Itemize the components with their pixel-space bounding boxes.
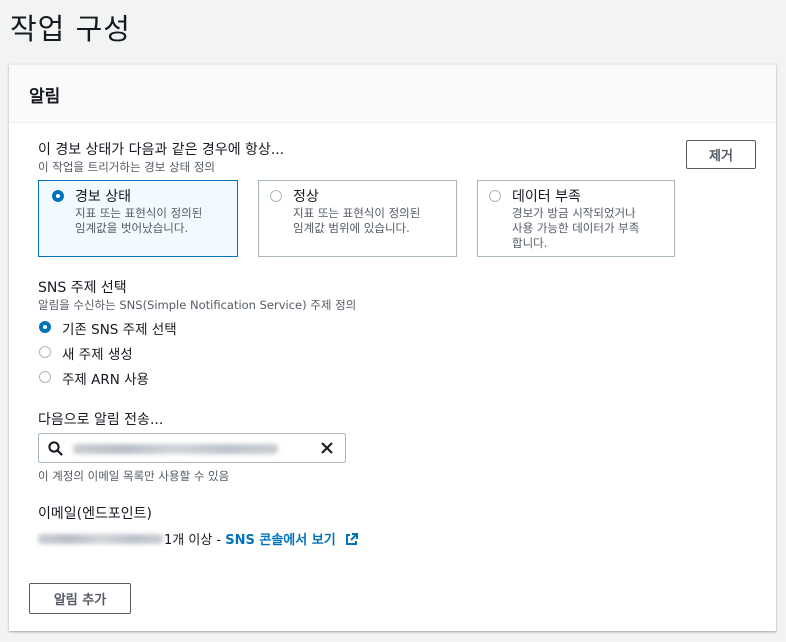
tile-desc-line: 경보가 방금 시작되었거나 [512, 206, 636, 220]
tile-desc-line: 임계값을 벗어났습니다. [75, 221, 189, 235]
sns-topic-label: SNS 주제 선택 [38, 280, 127, 296]
tile-desc-line: 사용 가능한 데이터가 부족 [512, 221, 640, 235]
option-topic-arn[interactable]: 주제 ARN 사용 [62, 368, 149, 388]
tile-desc-line: 임계값 범위에 있습니다. [293, 221, 410, 235]
page-title: 작업 구성 [10, 12, 131, 46]
tile-description: 경보가 방금 시작되었거나 사용 가능한 데이터가 부족 합니다. [512, 206, 682, 251]
panel-header [9, 65, 776, 123]
sns-topic-description: 알림을 수신하는 SNS(Simple Notification Service… [38, 298, 357, 312]
tile-desc-line: 지표 또는 표현식이 정의된 [75, 206, 203, 220]
radio-topic-arn[interactable] [39, 371, 51, 383]
tile-ok[interactable]: 정상 지표 또는 표현식이 정의된 임계값 범위에 있습니다. [258, 180, 457, 257]
tile-description: 지표 또는 표현식이 정의된 임계값 범위에 있습니다. [293, 206, 463, 236]
email-endpoint-value: 1개 이상 - SNS 콘솔에서 보기 [164, 529, 358, 548]
tile-description: 지표 또는 표현식이 정의된 임계값을 벗어났습니다. [75, 206, 245, 236]
tile-desc-line: 지표 또는 표현식이 정의된 [293, 206, 421, 220]
tile-title: 데이터 부족 [512, 189, 581, 205]
close-icon[interactable] [320, 441, 334, 455]
tile-insufficient-data[interactable]: 데이터 부족 경보가 방금 시작되었거나 사용 가능한 데이터가 부족 합니다. [477, 180, 675, 257]
email-count-text: 1개 이상 - [164, 533, 226, 548]
external-link-icon[interactable] [345, 533, 358, 546]
option-existing-topic[interactable]: 기존 SNS 주제 선택 [62, 318, 177, 338]
alarm-state-description: 이 작업을 트리거하는 경보 상태 정의 [38, 160, 215, 174]
topic-search-input[interactable] [38, 433, 346, 463]
tile-title: 경보 상태 [75, 189, 131, 205]
alarm-state-label: 이 경보 상태가 다음과 같은 경우에 항상... [38, 142, 285, 158]
send-to-hint: 이 계정의 이메일 목록만 사용할 수 있음 [38, 469, 230, 483]
radio-in-alarm[interactable] [52, 190, 64, 202]
tile-desc-line: 합니다. [512, 236, 548, 250]
send-to-label: 다음으로 알림 전송... [38, 412, 164, 428]
redacted-email [38, 534, 163, 544]
tile-in-alarm[interactable]: 경보 상태 지표 또는 표현식이 정의된 임계값을 벗어났습니다. [38, 180, 238, 257]
radio-existing-topic[interactable] [39, 321, 51, 333]
tile-title: 정상 [293, 189, 319, 205]
sns-console-link[interactable]: SNS 콘솔에서 보기 [225, 533, 335, 548]
radio-ok[interactable] [270, 190, 282, 202]
radio-new-topic[interactable] [39, 346, 51, 358]
remove-button[interactable]: 제거 [686, 140, 756, 169]
radio-insufficient-data[interactable] [489, 190, 501, 202]
email-endpoint-label: 이메일(엔드포인트) [38, 506, 152, 522]
panel-title: 알림 [29, 87, 61, 107]
add-notification-button[interactable]: 알림 추가 [29, 583, 131, 614]
option-new-topic[interactable]: 새 주제 생성 [62, 343, 133, 363]
search-icon [48, 441, 63, 456]
redacted-topic-name [73, 444, 278, 454]
notification-panel: 알림 이 경보 상태가 다음과 같은 경우에 항상... 이 작업을 트리거하는… [9, 64, 776, 631]
